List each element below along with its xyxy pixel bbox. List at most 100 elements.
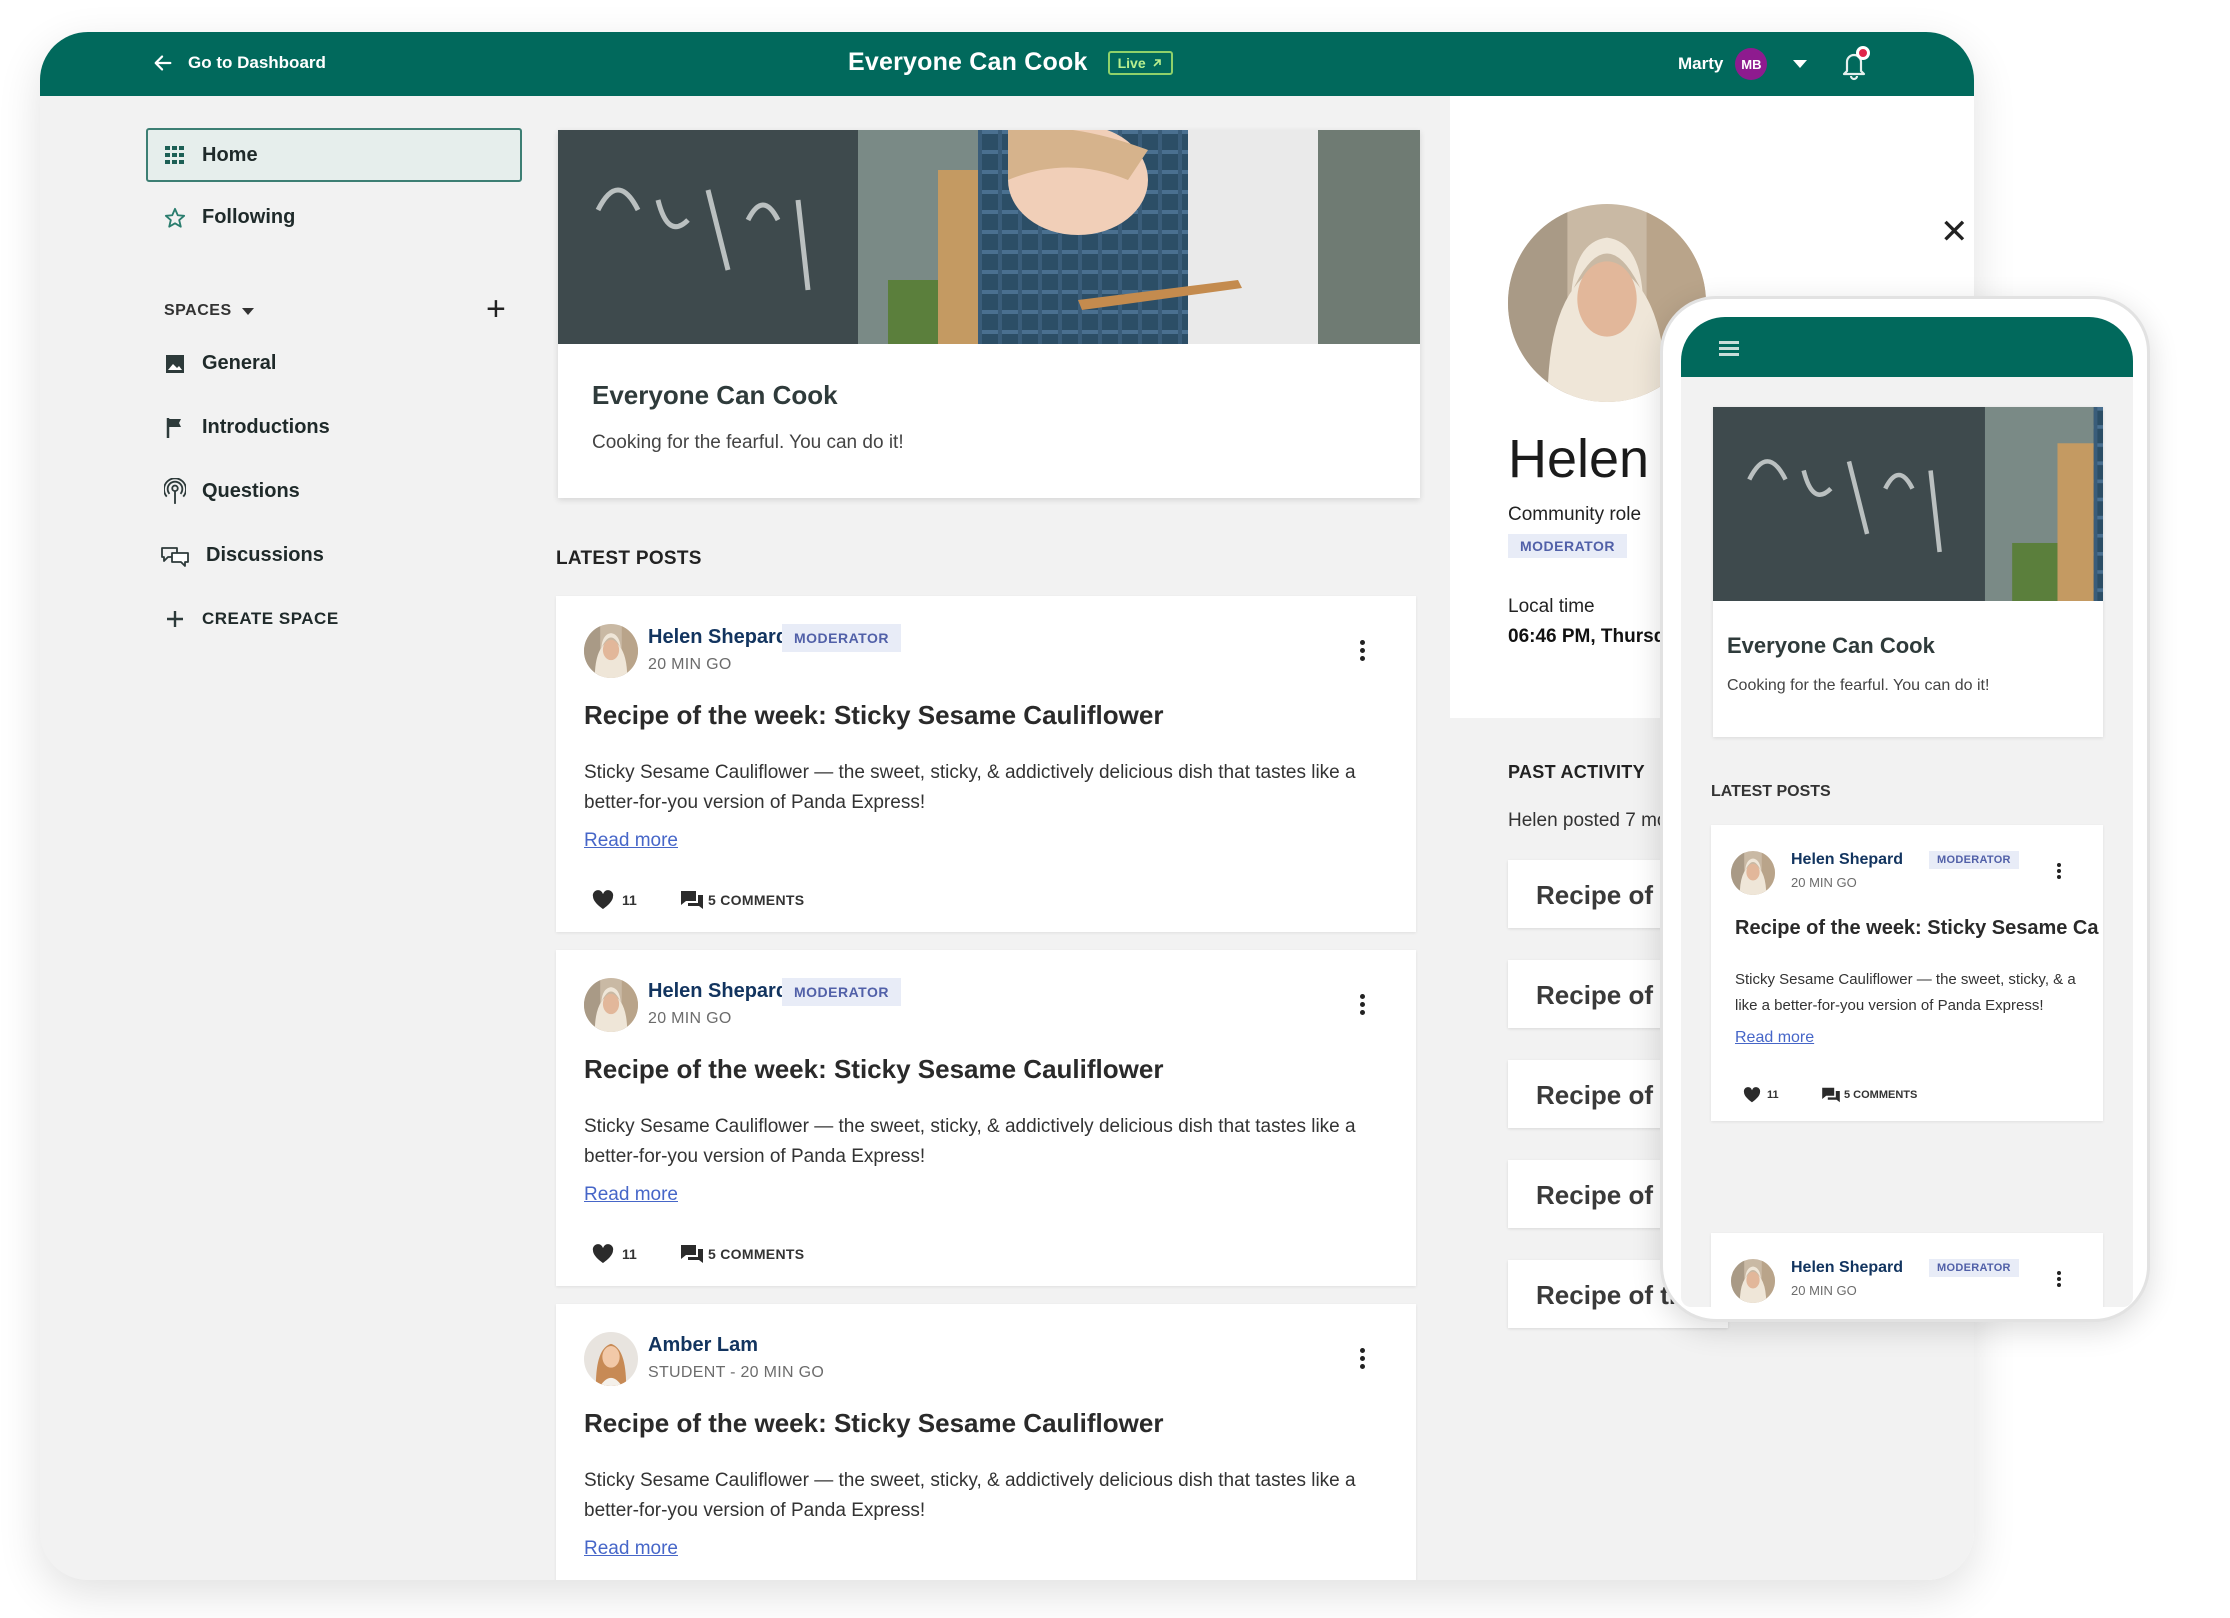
community-tagline: Cooking for the fearful. You can do it!: [1727, 677, 1990, 694]
comment-count: 5 COMMENTS: [1844, 1089, 1918, 1101]
post-card: Amber Lam STUDENT - 20 MIN GO Recipe of …: [556, 1304, 1416, 1580]
post-author[interactable]: Helen Shepard: [648, 626, 788, 649]
post-title[interactable]: Recipe of the week: Sticky Sesame Ca: [1735, 917, 2099, 940]
local-time-label: Local time: [1508, 596, 1595, 617]
sidebar-item-label: General: [202, 352, 277, 374]
chat-bubbles-icon: [160, 545, 190, 567]
sidebar: Home Following SPACES + General Introduc…: [40, 96, 540, 1580]
comments-button[interactable]: 5 COMMENTS: [680, 1244, 804, 1264]
avatar: [1731, 851, 1775, 895]
more-options-icon[interactable]: [2057, 1271, 2063, 1289]
sidebar-item-discussions[interactable]: Discussions: [160, 544, 324, 567]
post-author[interactable]: Helen Shepard: [648, 980, 788, 1003]
phone-screen: Everyone Can Cook Cooking for the fearfu…: [1681, 317, 2133, 1307]
read-more-link[interactable]: Read more: [584, 1184, 678, 1206]
menu-icon[interactable]: [1719, 341, 1739, 356]
live-label: Live: [1117, 54, 1146, 71]
heart-icon: [592, 890, 614, 909]
post-author[interactable]: Amber Lam: [648, 1334, 758, 1357]
sidebar-item-following[interactable]: Following: [164, 206, 295, 229]
live-badge[interactable]: Live: [1107, 50, 1173, 75]
phone-community-card: Everyone Can Cook Cooking for the fearfu…: [1713, 407, 2103, 737]
community-brand: Everyone Can Cook Live: [848, 48, 1173, 77]
sidebar-item-label: Discussions: [206, 544, 324, 566]
sidebar-item-label: Following: [202, 206, 296, 228]
comment-count: 5 COMMENTS: [708, 1246, 805, 1262]
like-count: 11: [1767, 1089, 1779, 1101]
more-options-icon[interactable]: [1358, 1348, 1366, 1372]
more-options-icon[interactable]: [1358, 640, 1366, 664]
moderator-badge: MODERATOR: [782, 624, 901, 652]
phone-top-bar: [1681, 317, 2133, 377]
avatar: MB: [1735, 48, 1768, 80]
flag-icon: [164, 417, 186, 439]
moderator-badge: MODERATOR: [1929, 1259, 2019, 1277]
community-role-label: Community role: [1508, 504, 1642, 525]
post-card: Helen Shepard MODERATOR 20 MIN GO: [1711, 1233, 2103, 1307]
caret-down-icon: [241, 307, 254, 315]
post-meta: 20 MIN GO: [1791, 1283, 1857, 1298]
community-title: Everyone Can Cook: [848, 48, 1088, 76]
broadcast-icon: [164, 477, 186, 504]
avatar: [584, 624, 638, 678]
more-options-icon[interactable]: [2057, 863, 2063, 881]
phone-mockup: Everyone Can Cook Cooking for the fearfu…: [1660, 296, 2150, 1322]
read-more-link[interactable]: Read more: [1735, 1029, 1814, 1047]
like-button[interactable]: 11: [592, 890, 637, 910]
post-author[interactable]: Helen Shepard: [1791, 851, 1903, 869]
more-options-icon[interactable]: [1358, 994, 1366, 1018]
like-button[interactable]: 11: [592, 1244, 637, 1264]
post-body-line: Sticky Sesame Cauliflower — the sweet, s…: [1735, 971, 2076, 988]
notifications-button[interactable]: [1836, 46, 1872, 82]
close-icon[interactable]: ✕: [1940, 212, 1969, 252]
add-space-button[interactable]: +: [486, 292, 506, 326]
moderator-badge: MODERATOR: [782, 978, 901, 1006]
post-card: Helen Shepard MODERATOR 20 MIN GO Recipe…: [556, 950, 1416, 1286]
post-title[interactable]: Recipe of the week: Sticky Sesame Caulif…: [584, 1054, 1163, 1085]
community-card: Everyone Can Cook Cooking for the fearfu…: [558, 130, 1420, 498]
avatar: [1731, 1259, 1775, 1303]
spaces-dropdown[interactable]: SPACES: [164, 302, 254, 320]
past-activity-heading: PAST ACTIVITY: [1508, 762, 1645, 782]
post-title[interactable]: Recipe of the week: Sticky Sesame Caulif…: [584, 700, 1163, 731]
post-meta: 20 MIN GO: [1791, 875, 1857, 890]
go-to-dashboard-label: Go to Dashboard: [188, 53, 326, 72]
spaces-label: SPACES: [164, 302, 232, 319]
community-cover-image: [1713, 407, 2103, 601]
post-meta: 20 MIN GO: [648, 656, 732, 673]
heart-icon: [592, 1244, 614, 1263]
heart-icon: [1743, 1087, 1761, 1103]
post-body: Sticky Sesame Cauliflower — the sweet, s…: [584, 762, 1356, 813]
like-button[interactable]: 11: [1743, 1087, 1779, 1103]
read-more-link[interactable]: Read more: [584, 830, 678, 852]
user-menu[interactable]: Marty MB: [1678, 48, 1808, 80]
post-title[interactable]: Recipe of the week: Sticky Sesame Caulif…: [584, 1408, 1163, 1439]
create-space-button[interactable]: CREATE SPACE: [164, 608, 339, 630]
top-bar: Go to Dashboard Everyone Can Cook Live M…: [40, 32, 1974, 96]
community-name: Everyone Can Cook: [592, 380, 838, 410]
avatar: [584, 978, 638, 1032]
sidebar-item-introductions[interactable]: Introductions: [164, 416, 330, 439]
read-more-link[interactable]: Read more: [584, 1538, 678, 1560]
go-to-dashboard-link[interactable]: Go to Dashboard: [152, 52, 326, 74]
post-body-line: like a better-for-you version of Panda E…: [1735, 997, 2044, 1014]
community-cover-image: [558, 130, 1420, 344]
comment-icon: [681, 891, 703, 909]
sidebar-item-home[interactable]: Home: [146, 128, 522, 182]
moderator-badge: MODERATOR: [1508, 534, 1627, 558]
comment-icon: [681, 1245, 703, 1263]
chevron-down-icon: [1793, 60, 1808, 68]
comments-button[interactable]: 5 COMMENTS: [1821, 1087, 1917, 1103]
like-count: 11: [622, 892, 637, 908]
sidebar-item-questions[interactable]: Questions: [164, 477, 300, 504]
image-icon: [164, 353, 186, 375]
sidebar-item-label: Home: [202, 143, 258, 166]
post-author[interactable]: Helen Shepard: [1791, 1259, 1903, 1277]
sidebar-item-label: Introductions: [202, 416, 330, 438]
create-space-label: CREATE SPACE: [202, 609, 339, 628]
sidebar-item-general[interactable]: General: [164, 352, 276, 375]
latest-posts-heading: LATEST POSTS: [1711, 783, 1831, 800]
comments-button[interactable]: 5 COMMENTS: [680, 890, 804, 910]
latest-posts-heading: LATEST POSTS: [556, 548, 702, 569]
notification-dot: [1856, 46, 1870, 60]
